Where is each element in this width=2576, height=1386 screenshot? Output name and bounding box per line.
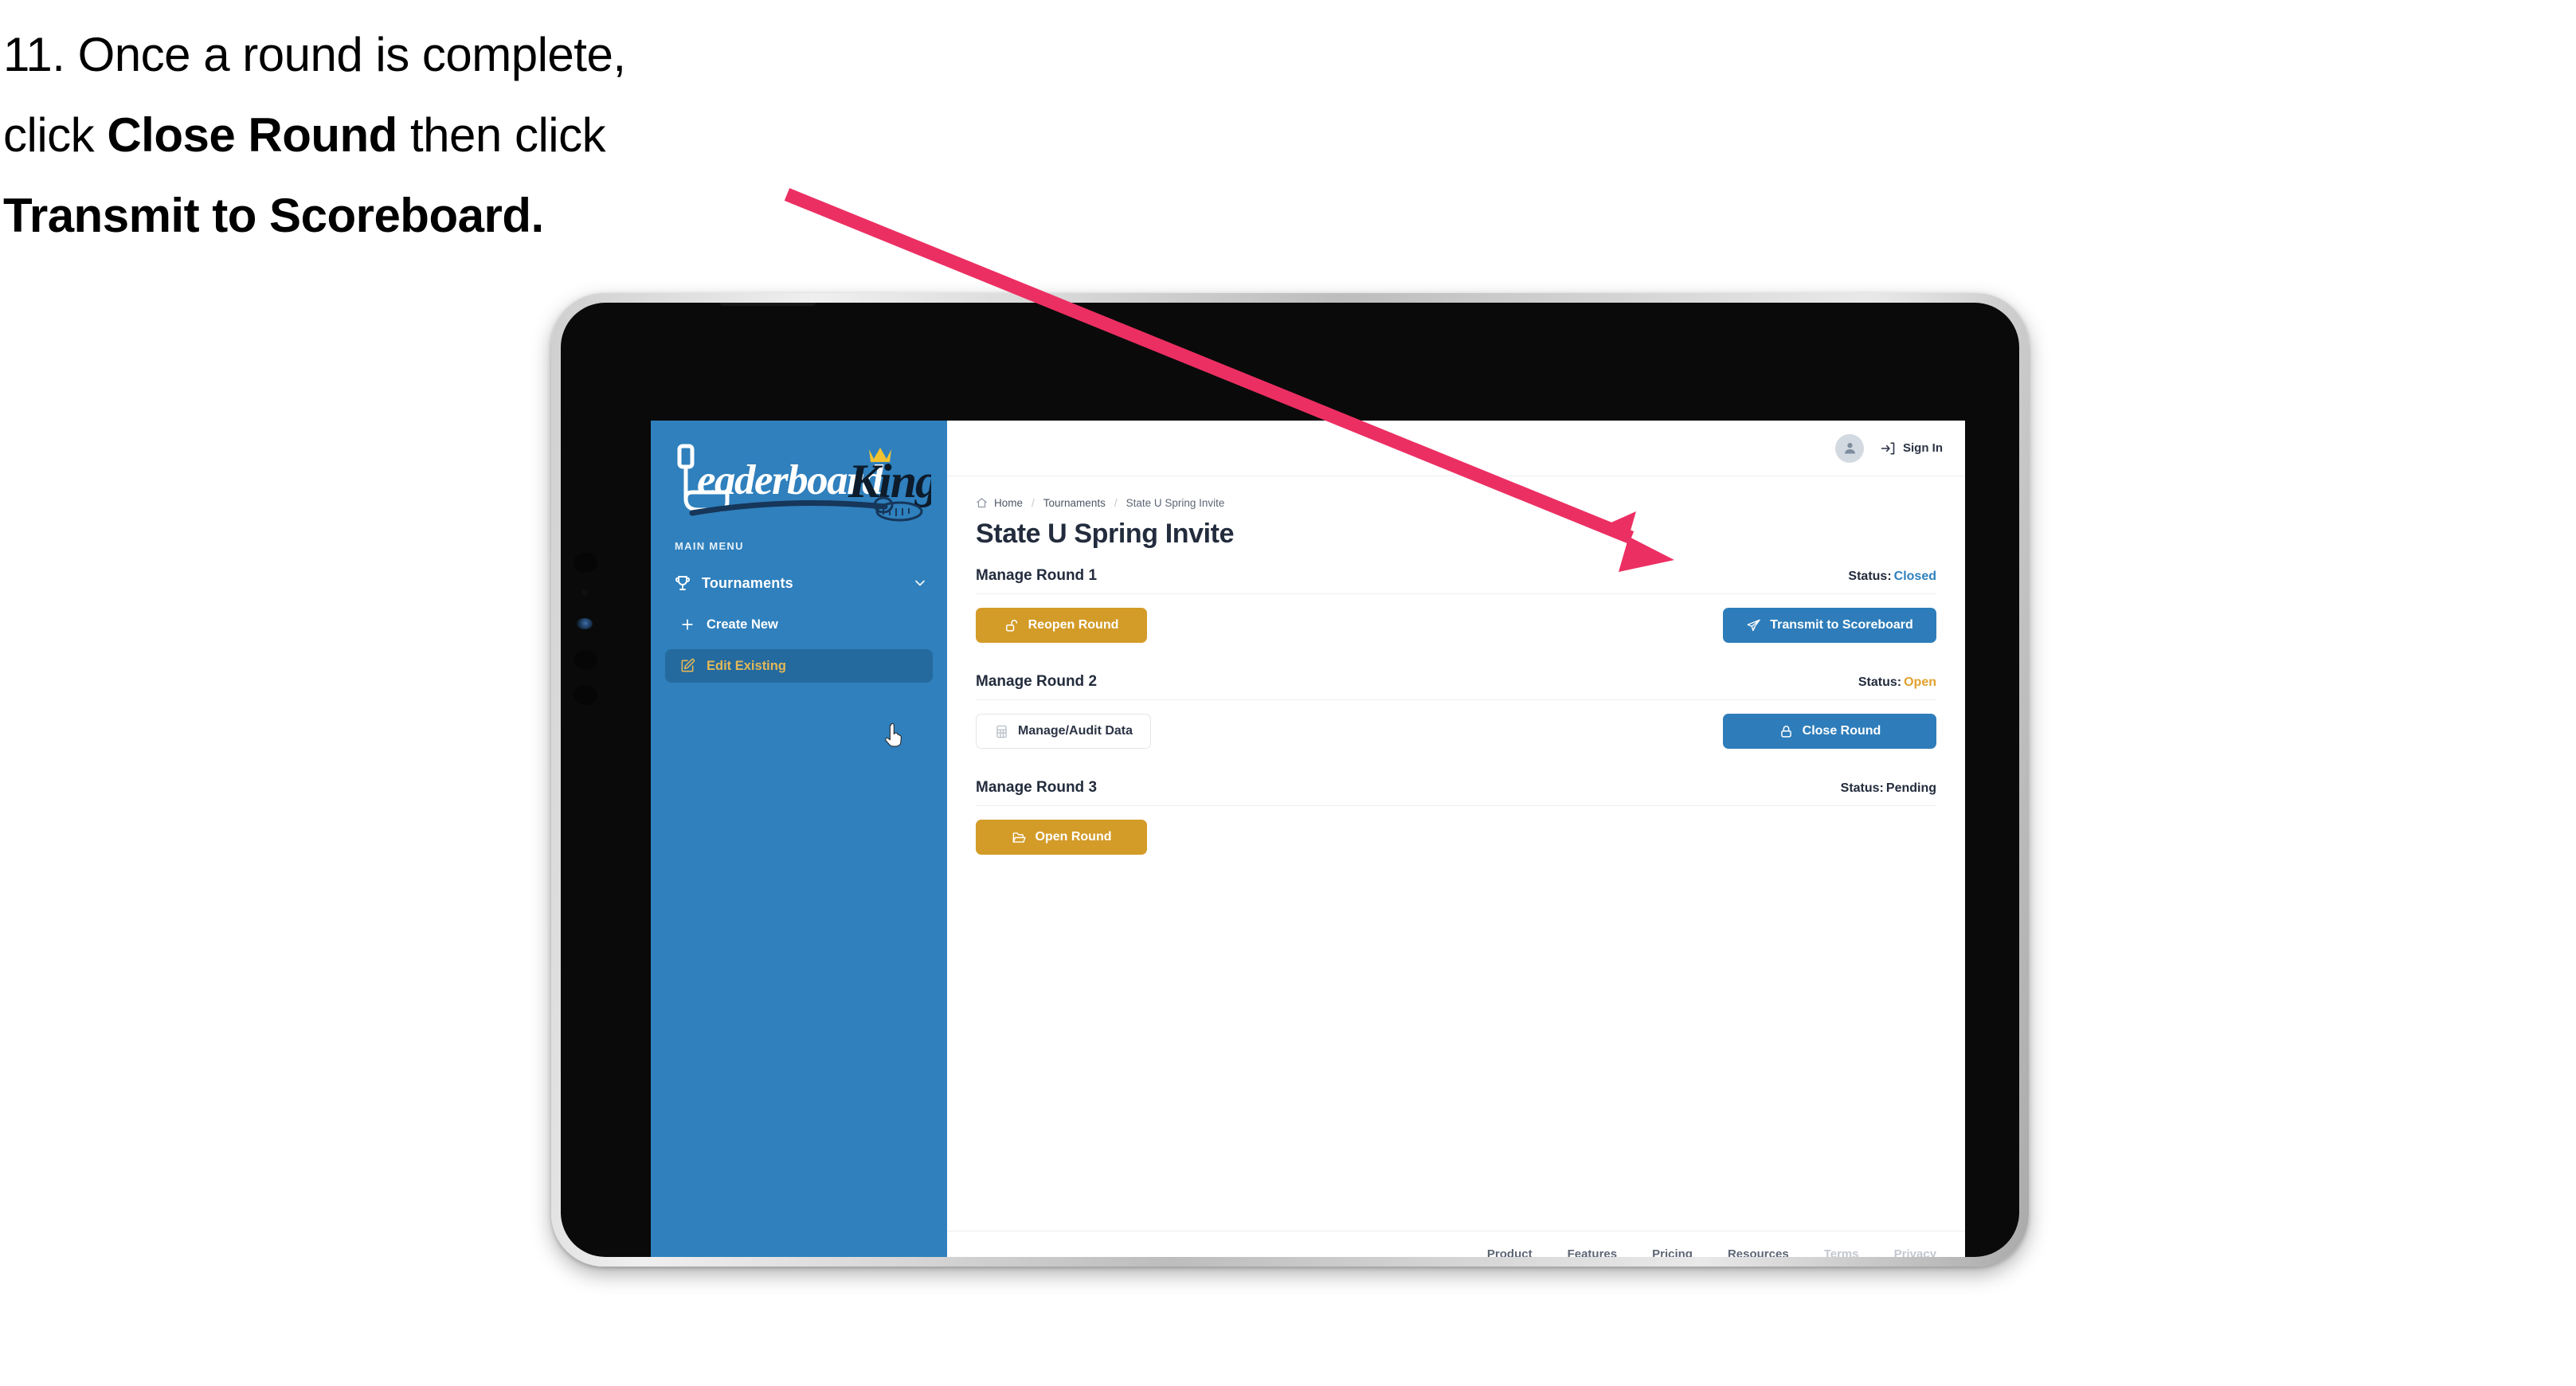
breadcrumb-item-current: State U Spring Invite	[1126, 497, 1225, 509]
round-2-status-label: Status:	[1858, 675, 1902, 689]
footer-link-privacy[interactable]: Privacy	[1894, 1247, 1936, 1257]
content-area: Home / Tournaments / State U Spring Invi…	[947, 476, 1965, 1231]
caption-line-2: click Close Round then click	[3, 95, 848, 175]
breadcrumb: Home / Tournaments / State U Spring Invi…	[976, 497, 1936, 509]
sidebar-item-create-new[interactable]: Create New	[665, 608, 933, 641]
round-2-header: Manage Round 2 Status: Open	[976, 673, 1936, 700]
round-2-actions: Manage/Audit Data Close Round	[976, 714, 1936, 749]
round-2-title: Manage Round 2	[976, 673, 1098, 690]
round-1-header: Manage Round 1 Status: Closed	[976, 567, 1936, 594]
pointing-hand-cursor	[885, 723, 902, 747]
caption-line-2-prefix: click	[3, 108, 108, 162]
sign-in-arrow-icon	[1881, 442, 1895, 454]
sidebar-item-edit-existing[interactable]: Edit Existing	[665, 649, 933, 683]
round-3-actions: Open Round	[976, 820, 1936, 855]
caption-line-3: Transmit to Scoreboard.	[3, 175, 848, 256]
sidebar-edit-existing-label: Edit Existing	[707, 658, 786, 673]
footer-link-product[interactable]: Product	[1487, 1247, 1533, 1257]
open-round-label: Open Round	[1035, 830, 1112, 844]
caption-close-round-bold: Close Round	[107, 108, 397, 162]
tablet-sensor-2	[581, 589, 588, 596]
footer: Product Features Pricing Resources Terms…	[947, 1231, 1965, 1257]
screenshot-canvas: 11. Once a round is complete, click Clos…	[0, 0, 2576, 1386]
tablet-sensor-1	[574, 553, 597, 573]
top-bar: Sign In	[947, 421, 1965, 476]
instruction-caption: 11. Once a round is complete, click Clos…	[3, 14, 848, 256]
tablet-camera-lens	[577, 618, 593, 629]
footer-link-features[interactable]: Features	[1568, 1247, 1618, 1257]
round-3-header: Manage Round 3 Status: Pending	[976, 779, 1936, 806]
round-3-status: Status: Pending	[1841, 781, 1936, 796]
footer-link-terms[interactable]: Terms	[1824, 1247, 1859, 1257]
sign-in-button[interactable]: Sign In	[1880, 440, 1943, 456]
round-2-status: Status: Open	[1858, 675, 1936, 690]
round-3-status-value: Pending	[1885, 781, 1936, 795]
round-1-status-label: Status:	[1848, 570, 1892, 583]
tablet-sensor-3	[574, 650, 597, 670]
user-avatar-icon	[1844, 443, 1855, 454]
main-content: Sign In Home / Tournaments / State U Spr…	[947, 421, 1965, 1257]
sidebar-item-tournaments[interactable]: Tournaments	[651, 566, 947, 600]
sidebar-create-new-label: Create New	[707, 617, 778, 632]
sidebar-tournaments-label: Tournaments	[702, 574, 793, 591]
breadcrumb-item-home[interactable]: Home	[994, 497, 1023, 509]
round-2-status-value: Open	[1904, 675, 1936, 689]
golf-club-icon: eaderboard King	[677, 444, 931, 522]
nav-group-tournaments: Tournaments Create New Edit Existing	[651, 566, 947, 683]
main-menu-label: MAIN MENU	[675, 540, 744, 552]
round-1-actions: Reopen Round Transmit to Scoreboard	[976, 608, 1936, 643]
folder-open-icon	[1012, 832, 1026, 843]
trophy-icon	[675, 576, 690, 590]
open-round-button[interactable]: Open Round	[976, 820, 1147, 855]
home-icon[interactable]	[976, 497, 988, 509]
caption-line-1: 11. Once a round is complete,	[3, 28, 626, 81]
tablet-top-speck	[720, 303, 816, 306]
round-1-status-value: Closed	[1893, 570, 1936, 583]
caption-transmit-bold: Transmit to Scoreboard.	[3, 189, 544, 242]
unlock-icon	[1005, 619, 1017, 632]
transmit-to-scoreboard-button[interactable]: Transmit to Scoreboard	[1723, 608, 1936, 643]
tablet-sensor-4	[574, 685, 597, 705]
avatar[interactable]	[1835, 433, 1864, 463]
browser-viewport: eaderboard King MAIN MENU Tournaments Cr…	[651, 421, 1965, 1257]
round-block-3: Manage Round 3 Status: Pending Open Roun…	[976, 779, 1936, 855]
transmit-to-scoreboard-label: Transmit to Scoreboard	[1770, 618, 1913, 632]
round-1-title: Manage Round 1	[976, 567, 1098, 584]
reopen-round-label: Reopen Round	[1028, 618, 1119, 632]
round-3-title: Manage Round 3	[976, 779, 1098, 796]
chevron-down-icon[interactable]	[912, 575, 928, 591]
app-logo[interactable]: eaderboard King	[651, 435, 947, 529]
breadcrumb-separator: /	[1032, 497, 1035, 509]
round-1-status: Status: Closed	[1848, 570, 1936, 584]
sidebar: eaderboard King MAIN MENU Tournaments Cr…	[651, 421, 947, 1257]
caption-line-2-suffix: then click	[397, 108, 606, 162]
reopen-round-button[interactable]: Reopen Round	[976, 608, 1147, 643]
close-round-button[interactable]: Close Round	[1723, 714, 1936, 749]
sign-in-label: Sign In	[1903, 441, 1943, 455]
paper-plane-icon	[1747, 619, 1760, 631]
breadcrumb-separator: /	[1114, 497, 1118, 509]
manage-audit-data-button[interactable]: Manage/Audit Data	[976, 714, 1152, 749]
page-title: State U Spring Invite	[976, 519, 1235, 549]
lock-icon	[1780, 725, 1791, 738]
breadcrumb-item-tournaments[interactable]: Tournaments	[1043, 497, 1106, 509]
footer-link-resources[interactable]: Resources	[1728, 1247, 1789, 1257]
tablet-device-frame: eaderboard King MAIN MENU Tournaments Cr…	[551, 293, 2029, 1267]
round-block-2: Manage Round 2 Status: Open Manage/Audit…	[976, 673, 1936, 749]
manage-audit-data-label: Manage/Audit Data	[1018, 724, 1133, 738]
footer-link-pricing[interactable]: Pricing	[1652, 1247, 1693, 1257]
table-grid-icon	[996, 725, 1007, 738]
close-round-label: Close Round	[1802, 724, 1881, 738]
plus-icon	[682, 619, 693, 630]
round-block-1: Manage Round 1 Status: Closed Reopen Rou…	[976, 567, 1936, 643]
round-3-status-label: Status:	[1840, 781, 1884, 795]
pencil-square-icon	[681, 658, 695, 672]
tablet-screen-bezel: eaderboard King MAIN MENU Tournaments Cr…	[561, 303, 2019, 1257]
